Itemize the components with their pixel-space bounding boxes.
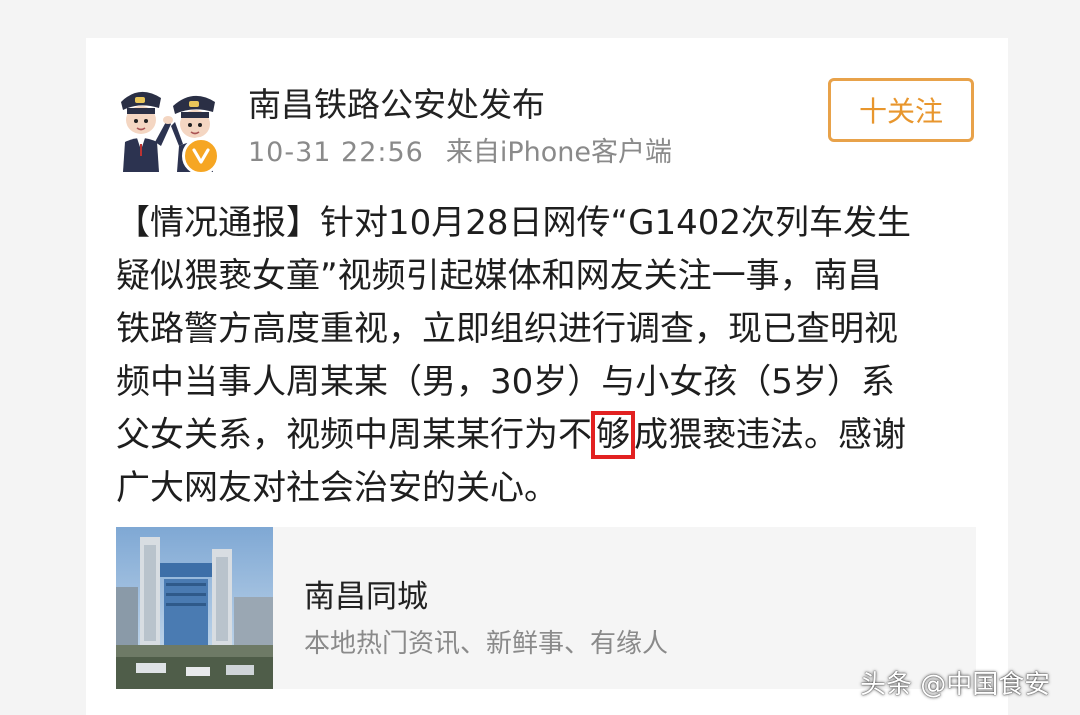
highlighted-character: 够: [591, 411, 635, 459]
post-line-1: 【情况通报】针对10月28日网传“G1402次列车发生: [116, 203, 912, 243]
post-time: 10-31 22:56: [248, 137, 424, 168]
post-meta: 10-31 22:56 来自iPhone客户端: [248, 130, 672, 169]
post-source: 来自iPhone客户端: [445, 137, 672, 168]
verified-badge-icon: [182, 137, 220, 175]
post-body: 【情况通报】针对10月28日网传“G1402次列车发生 疑似猥亵女童”视频引起媒…: [116, 197, 986, 515]
account-name[interactable]: 南昌铁路公安处发布: [248, 78, 545, 126]
post-line-5: 父女关系，视频中周某某行为不够成猥亵违法。感谢: [116, 409, 986, 462]
source-watermark: 头条 @中国食安: [860, 670, 1051, 700]
post-line-6: 广大网友对社会治安的关心。: [116, 468, 558, 508]
post-line-5-before: 父女关系，视频中周某某行为不: [116, 415, 592, 455]
follow-button[interactable]: 十关注: [828, 78, 974, 142]
link-card-title: 南昌同城: [304, 579, 428, 615]
post-line-5-after: 成猥亵违法。感谢: [634, 415, 906, 455]
post-line-3: 铁路警方高度重视，立即组织进行调查，现已查明视: [116, 309, 898, 349]
post-line-4: 频中当事人周某某（男，30岁）与小女孩（5岁）系: [116, 362, 895, 402]
railway-station-thumbnail: [116, 527, 273, 689]
location-link-card[interactable]: 南昌同城 本地热门资讯、新鲜事、有缘人: [116, 527, 976, 689]
post-line-2: 疑似猥亵女童”视频引起媒体和网友关注一事，南昌: [116, 256, 882, 296]
link-card-subtitle: 本地热门资讯、新鲜事、有缘人: [304, 629, 669, 659]
